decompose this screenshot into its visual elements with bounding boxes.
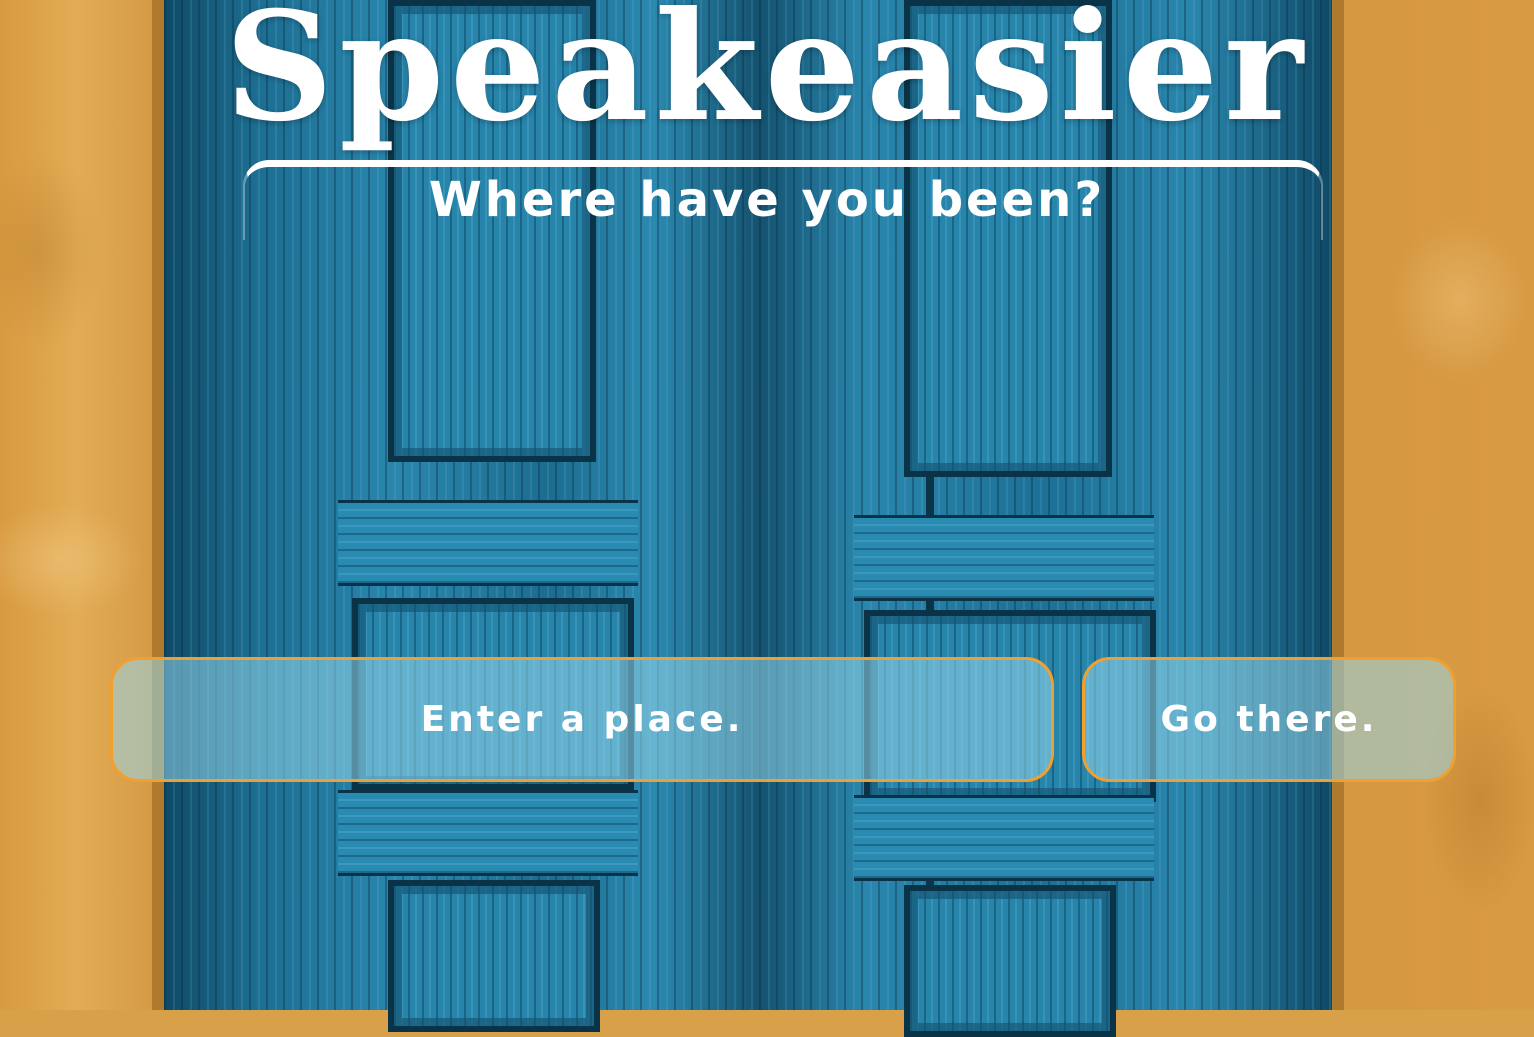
door-rail bbox=[854, 795, 1154, 881]
door-rail bbox=[338, 500, 638, 586]
door-frame-right bbox=[1330, 0, 1344, 1010]
door-rail bbox=[854, 515, 1154, 601]
go-there-button[interactable]: Go there. bbox=[1082, 657, 1456, 782]
subtitle: Where have you been? bbox=[428, 172, 1106, 228]
site-title: Speakeasier bbox=[224, 0, 1310, 155]
place-search-input[interactable] bbox=[110, 657, 1054, 782]
door-panel bbox=[388, 880, 600, 1032]
door-panel bbox=[904, 885, 1116, 1037]
door-rail bbox=[338, 790, 638, 876]
